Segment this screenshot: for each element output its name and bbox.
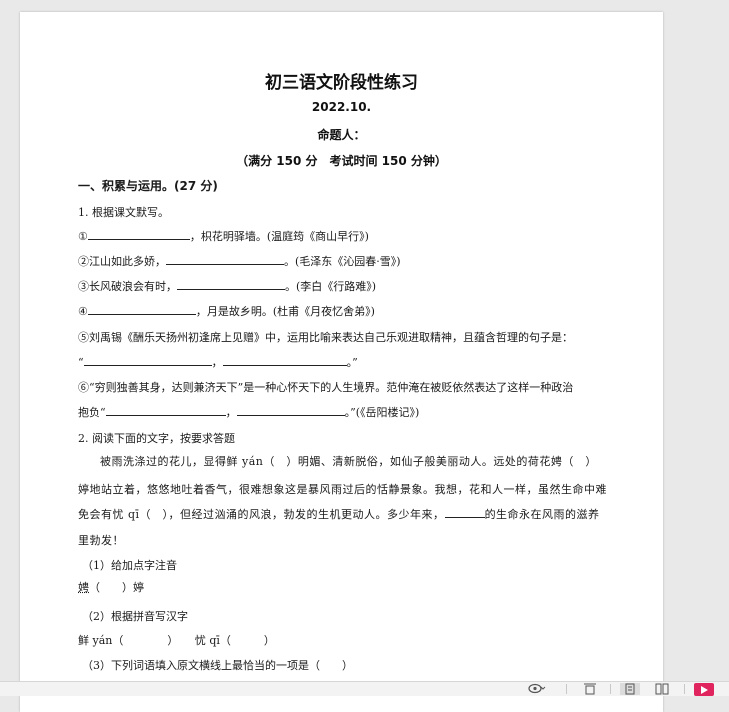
page-view-icon[interactable] (620, 683, 640, 695)
passage-line-3: 免会有忧 qī（ ），但经过汹涌的风浪，勃发的生机更动人。多少年来， 的生命永在风… (78, 507, 600, 521)
single-page-icon[interactable] (580, 683, 600, 695)
viewer-toolbar (0, 681, 729, 696)
q1-item-4: ④ ，月是故乡明。(杜甫《月夜忆舍弟》) (78, 304, 375, 318)
answer-blank[interactable] (87, 229, 190, 240)
section-1-heading: 一、积累与运用。(27 分) (78, 179, 218, 193)
play-icon[interactable] (694, 683, 714, 696)
q1-item-5-blanks: “，。” (78, 355, 358, 369)
answer-blank[interactable] (166, 254, 284, 265)
q1-item-1: ① ，枳花明驿墙。(温庭筠《商山早行》) (78, 229, 369, 243)
doc-title: 初三语文阶段性练习 (265, 73, 418, 93)
toolbar-divider (566, 684, 567, 694)
q1-item-6-blanks: 抱负“，。”(《岳阳楼记》) (78, 405, 420, 419)
q1-item-6-text: ⑥“穷则独善其身，达则兼济天下”是一种心怀天下的人生境界。范仲淹在被贬依然表达了… (78, 381, 574, 394)
answer-blank[interactable] (236, 405, 345, 416)
q1-item-2: ②江山如此多娇， 。(毛泽东《沁园春·雪》) (78, 254, 401, 268)
double-page-icon[interactable] (652, 683, 672, 695)
q1-item-3: ③长风破浪会有时， 。(李白《行路难》) (78, 279, 377, 293)
answer-blank[interactable] (222, 355, 347, 366)
passage-line-4: 里勃发！ (78, 534, 124, 547)
q1-item-5-text: ⑤刘禹锡《酬乐天扬州初逢席上见赠》中，运用比喻来表达自己乐观进取精神，且蕴含哲理… (78, 331, 573, 344)
sub-question-2: （2）根据拼音写汉字 (82, 610, 188, 623)
sub-question-3: （3）下列词语填入原文横线上最恰当的一项是（ ） (82, 659, 353, 672)
passage-line-2: 婷地站立着，悠悠地吐着香气，很难想象这是暴风雨过后的恬静景象。我想，花和人一样，… (78, 483, 607, 496)
toolbar-divider (684, 684, 685, 694)
sub-question-1: （1）给加点字注音 (82, 559, 177, 572)
answer-blank[interactable] (87, 304, 196, 315)
doc-date: 2022.10. (311, 100, 372, 114)
sub-question-2-line: 鲜 yán（ ） 忧 qī（ ） (78, 634, 275, 647)
answer-blank[interactable] (83, 355, 212, 366)
passage-line-1: 被雨洗涤过的花儿，显得鲜 yán（ ）明媚、清新脱俗，如仙子般美丽动人。远处的荷… (100, 455, 597, 468)
eye-icon[interactable] (526, 683, 548, 695)
doc-author-label: 命题人： (317, 128, 366, 142)
doc-score-time: （满分 150 分 考试时间 150 分钟） (236, 154, 447, 168)
toolbar-divider (610, 684, 611, 694)
q1-title: 1. 根据课文默写。 (78, 206, 169, 219)
document-page: 初三语文阶段性练习 2022.10. 命题人： （满分 150 分 考试时间 1… (20, 12, 663, 712)
answer-blank[interactable] (177, 279, 285, 290)
sub-question-1-line: 娉（ ）婷 (78, 581, 144, 594)
answer-blank[interactable] (105, 405, 226, 416)
q2-title: 2. 阅读下面的文字，按要求答题 (78, 432, 235, 445)
passage-blank[interactable] (444, 507, 485, 518)
